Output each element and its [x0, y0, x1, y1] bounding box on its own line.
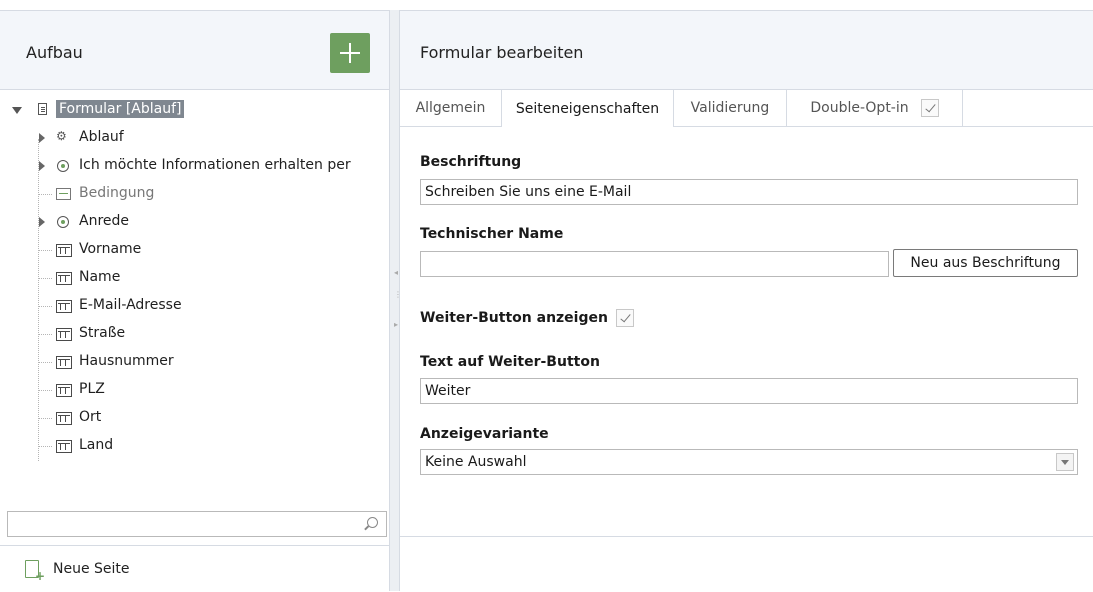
tree-root-node[interactable]: Formular [Ablauf]	[0, 97, 389, 123]
structure-title: Aufbau	[26, 43, 83, 62]
technical-name-input[interactable]	[420, 251, 889, 277]
new-page-button[interactable]: Neue Seite	[25, 557, 130, 583]
edit-panel: Formular bearbeiten Allgemein Seiteneige…	[400, 10, 1093, 592]
double-opt-in-checkbox[interactable]	[920, 99, 939, 117]
radio-icon	[57, 160, 69, 172]
new-page-label: Neue Seite	[53, 561, 130, 577]
tree-item-anrede[interactable]: Anrede	[0, 209, 389, 235]
tree-item-label[interactable]: Straße	[79, 325, 125, 341]
tree-item-strasse[interactable]: Straße	[0, 321, 389, 347]
tree-item-label[interactable]: Vorname	[79, 241, 141, 257]
structure-header: Aufbau	[0, 11, 389, 90]
tree-guide-branch	[38, 446, 52, 447]
tab-label: Allgemein	[415, 100, 486, 116]
chevron-down-icon[interactable]	[1056, 453, 1074, 471]
technical-name-label: Technischer Name	[420, 226, 564, 242]
caption-input[interactable]	[420, 179, 1078, 205]
edit-title: Formular bearbeiten	[420, 43, 584, 62]
tab-allgemein[interactable]: Allgemein	[400, 90, 502, 126]
search-icon	[367, 517, 378, 528]
text-field-icon	[56, 300, 72, 313]
tree-root-label[interactable]: Formular [Ablauf]	[56, 100, 185, 118]
tree-item-land[interactable]: Land	[0, 433, 389, 459]
tree-item-label[interactable]: Name	[79, 269, 120, 285]
panel-splitter[interactable]: ◂ ⋮ ▸	[389, 10, 402, 591]
tree-item-info-per[interactable]: Ich möchte Informationen erhalten per	[0, 153, 389, 179]
expand-icon[interactable]	[39, 133, 49, 143]
variant-label: Anzeigevariante	[420, 426, 549, 442]
tree-search-input[interactable]	[7, 511, 387, 537]
tab-seiteneigenschaften[interactable]: Seiteneigenschaften	[502, 90, 674, 127]
from-caption-button[interactable]: Neu aus Beschriftung	[893, 249, 1078, 277]
next-text-label: Text auf Weiter-Button	[420, 354, 600, 370]
divider	[400, 536, 1093, 537]
tab-double-opt-in[interactable]: Double-Opt-in	[787, 90, 963, 126]
text-field-icon	[56, 272, 72, 285]
tab-validierung[interactable]: Validierung	[674, 90, 787, 126]
text-field-icon	[56, 440, 72, 453]
tree-item-label[interactable]: Ort	[79, 409, 101, 425]
show-next-label: Weiter-Button anzeigen	[420, 310, 608, 326]
tab-label: Seiteneigenschaften	[515, 100, 660, 117]
tree-item-label[interactable]: PLZ	[79, 381, 105, 397]
tree-item-bedingung[interactable]: Bedingung	[0, 181, 389, 207]
tab-label: Double-Opt-in	[810, 100, 909, 116]
add-element-button[interactable]	[330, 33, 370, 73]
text-field-icon	[56, 384, 72, 397]
divider	[0, 545, 389, 546]
tree-item-plz[interactable]: PLZ	[0, 377, 389, 403]
tree-guide-branch	[38, 278, 52, 279]
tree-guide-branch	[38, 390, 52, 391]
tree-item-label[interactable]: Land	[79, 437, 113, 453]
show-next-checkbox[interactable]	[615, 309, 634, 327]
tree-item-hausnummer[interactable]: Hausnummer	[0, 349, 389, 375]
variant-select[interactable]: Keine Auswahl	[420, 449, 1078, 475]
tree-item-label[interactable]: E-Mail-Adresse	[79, 297, 182, 313]
caption-label: Beschriftung	[420, 154, 522, 170]
tree-item-label[interactable]: Ablauf	[79, 129, 124, 145]
expand-icon[interactable]	[39, 161, 49, 171]
tree-item-ort[interactable]: Ort	[0, 405, 389, 431]
edit-header: Formular bearbeiten	[400, 11, 1093, 90]
tree-item-label[interactable]: Ich möchte Informationen erhalten per	[79, 157, 351, 173]
text-field-icon	[56, 244, 72, 257]
tree-guide-branch	[38, 362, 52, 363]
next-text-input[interactable]	[420, 378, 1078, 404]
text-field-icon	[56, 328, 72, 341]
tree-item-name[interactable]: Name	[0, 265, 389, 291]
variant-value: Keine Auswahl	[425, 454, 527, 470]
tree-guide-branch	[38, 418, 52, 419]
radio-icon	[57, 216, 69, 228]
tab-label: Validierung	[690, 100, 770, 116]
expand-icon[interactable]	[39, 217, 49, 227]
gears-icon: ⚙	[56, 129, 67, 143]
condition-icon	[56, 188, 71, 200]
tree-item-vorname[interactable]: Vorname	[0, 237, 389, 263]
text-field-icon	[56, 356, 72, 369]
tree-guide-branch	[38, 306, 52, 307]
tree-item-ablauf[interactable]: ⚙ Ablauf	[0, 125, 389, 151]
structure-panel: Aufbau Formular [Ablauf] ⚙ Ablauf Ich mö…	[0, 10, 389, 592]
collapse-left-arrow-icon[interactable]: ◂	[394, 268, 398, 277]
new-page-icon	[25, 560, 45, 583]
tree-guide-branch	[38, 334, 52, 335]
tree-item-label[interactable]: Hausnummer	[79, 353, 174, 369]
tree-guide-branch	[38, 194, 52, 195]
form-doc-icon	[38, 103, 47, 115]
collapse-icon[interactable]	[12, 107, 22, 117]
tree-item-label[interactable]: Anrede	[79, 213, 129, 229]
tree-item-email[interactable]: E-Mail-Adresse	[0, 293, 389, 319]
tree-item-label[interactable]: Bedingung	[79, 185, 154, 201]
tree-guide-branch	[38, 250, 52, 251]
show-next-row: Weiter-Button anzeigen	[420, 309, 634, 327]
tab-bar: Allgemein Seiteneigenschaften Validierun…	[400, 90, 1093, 127]
collapse-right-arrow-icon[interactable]: ▸	[394, 320, 398, 329]
text-field-icon	[56, 412, 72, 425]
